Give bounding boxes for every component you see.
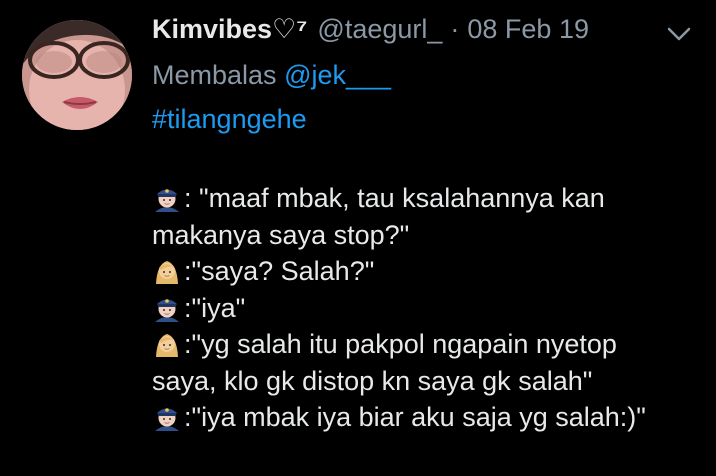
tweet-text-line: : "maaf mbak, tau ksalahannya kan bbox=[152, 180, 712, 217]
police-officer-emoji-icon bbox=[152, 183, 182, 213]
tweet-text: :"iya" bbox=[184, 292, 246, 323]
police-officer-emoji-icon bbox=[152, 402, 182, 432]
tweet-text: makanya saya stop?" bbox=[152, 219, 410, 250]
tweet-text: : "maaf mbak, tau ksalahannya kan bbox=[184, 183, 605, 213]
tweet-text: :"yg salah itu pakpol ngapain nyetop bbox=[184, 329, 617, 359]
tweet-body: : "maaf mbak, tau ksalahannya kan makanya… bbox=[152, 180, 712, 436]
tweet-header: Kimvibes♡⁷ @taegurl_ · 08 Feb 19 bbox=[152, 14, 589, 54]
reply-prefix: Membalas bbox=[152, 60, 277, 90]
woman-emoji-icon bbox=[152, 329, 182, 359]
hashtag-link[interactable]: #tilangngehe bbox=[152, 104, 307, 135]
tweet-date[interactable]: 08 Feb 19 bbox=[467, 14, 589, 45]
avatar-image bbox=[22, 20, 132, 130]
tweet-text-line: saya, klo gk distop kn saya gk salah" bbox=[152, 363, 712, 400]
tweet-text-line: :"iya mbak iya biar aku saja yg salah:)" bbox=[152, 399, 712, 436]
tweet-text-line: makanya saya stop?" bbox=[152, 217, 712, 254]
reply-mention-link[interactable]: @jek___ bbox=[284, 60, 391, 90]
chevron-down-icon[interactable] bbox=[664, 22, 694, 46]
user-handle[interactable]: @taegurl_ bbox=[317, 14, 442, 45]
tweet[interactable]: Kimvibes♡⁷ @taegurl_ · 08 Feb 19 Membala… bbox=[0, 0, 716, 476]
tweet-text: :"saya? Salah?" bbox=[184, 256, 375, 286]
display-name[interactable]: Kimvibes♡⁷ bbox=[152, 14, 307, 45]
reply-context: Membalas @jek___ bbox=[152, 60, 391, 91]
tweet-text-line: :"iya" bbox=[152, 290, 712, 327]
avatar[interactable] bbox=[22, 20, 132, 130]
tweet-text: :"iya mbak iya biar aku saja yg salah:)" bbox=[184, 402, 646, 432]
tweet-text-line: :"saya? Salah?" bbox=[152, 253, 712, 290]
tweet-text-line: :"yg salah itu pakpol ngapain nyetop bbox=[152, 326, 712, 363]
tweet-text: saya, klo gk distop kn saya gk salah" bbox=[152, 365, 593, 396]
woman-emoji-icon bbox=[152, 256, 182, 286]
separator-dot: · bbox=[450, 14, 460, 44]
police-officer-emoji-icon bbox=[152, 293, 182, 323]
